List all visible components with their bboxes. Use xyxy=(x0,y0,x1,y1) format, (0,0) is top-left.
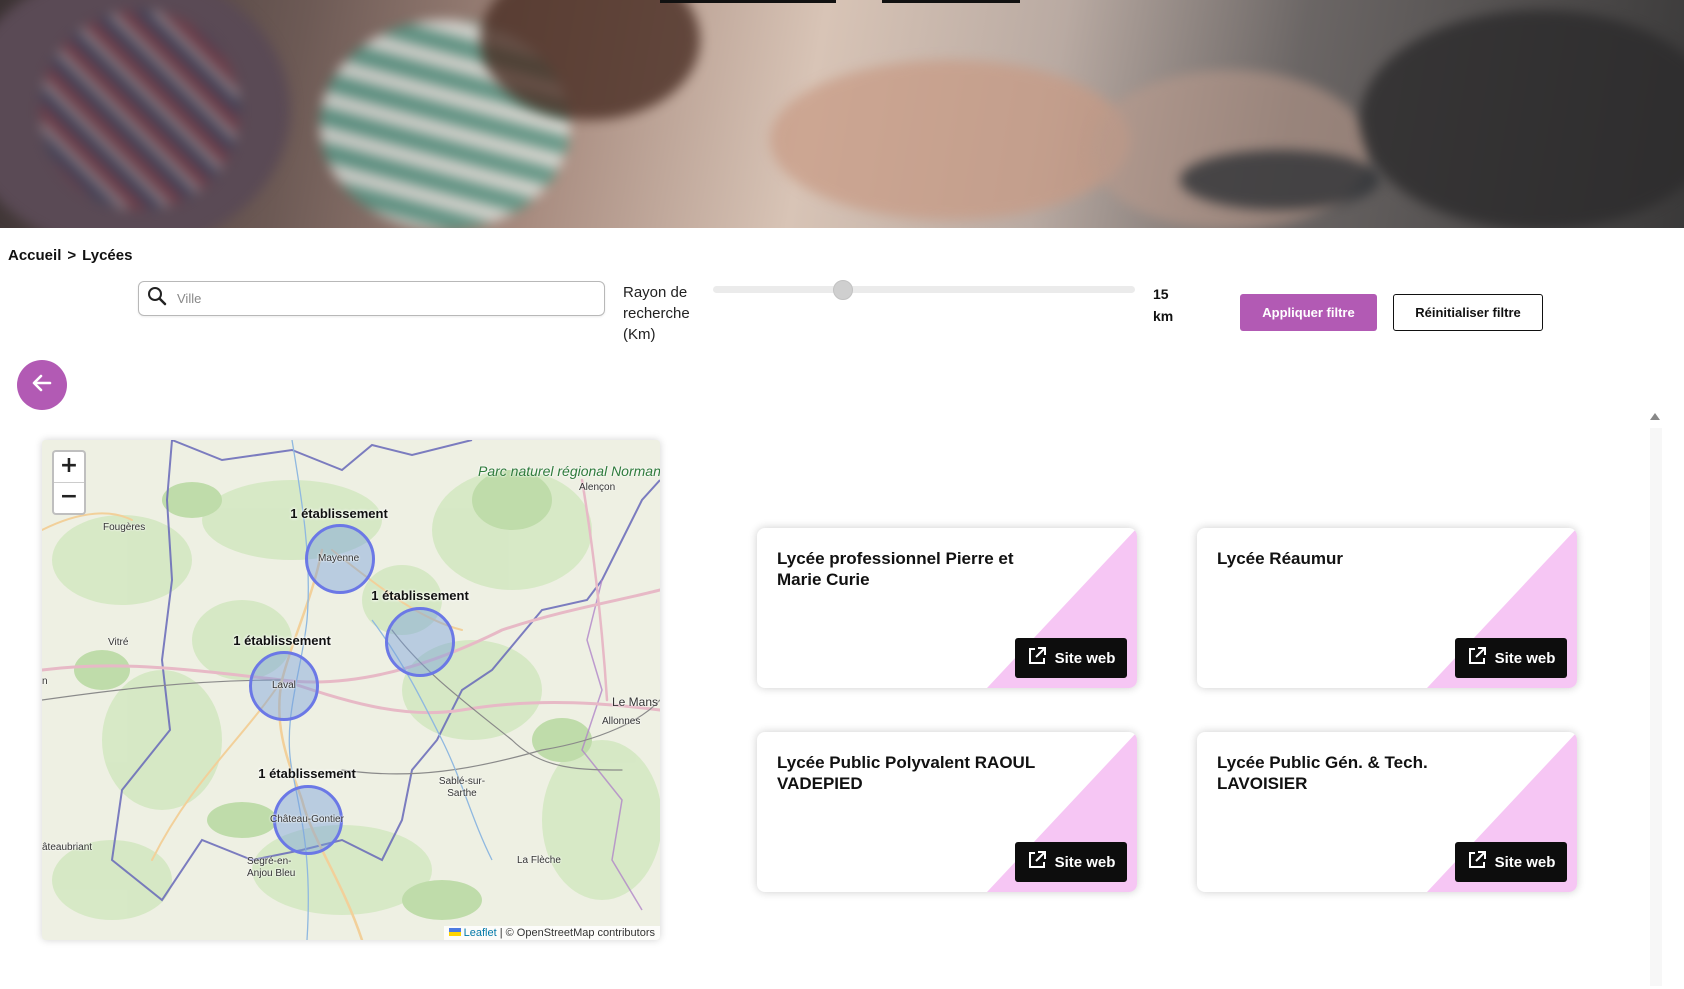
school-card-title: Lycée Réaumur xyxy=(1217,549,1343,568)
map[interactable]: Fougères Vitré Alençon Parc naturel régi… xyxy=(42,440,660,940)
cluster-label-chateau-gontier: 1 établissement xyxy=(258,766,356,781)
place-label-west-edge: n xyxy=(42,676,48,687)
zoom-in-button[interactable]: + xyxy=(54,452,84,482)
cluster-marker-east[interactable] xyxy=(385,607,455,677)
reset-filter-button[interactable]: Réinitialiser filtre xyxy=(1393,294,1543,331)
place-label-segre: Segré-en-Anjou Bleu xyxy=(247,856,296,879)
map-attribution: Leaflet | © OpenStreetMap contributors xyxy=(443,926,660,940)
website-button-label: Site web xyxy=(1054,649,1116,667)
place-label-sable: Sablé-sur-Sarthe xyxy=(438,776,486,799)
radius-value: 15 xyxy=(1153,286,1169,302)
breadcrumb: Accueil > Lycées xyxy=(8,247,132,264)
scroll-up-arrow[interactable] xyxy=(1650,413,1660,420)
external-link-icon xyxy=(1027,646,1047,670)
arrow-left-icon xyxy=(30,371,54,400)
radius-label: Rayon de recherche (Km) xyxy=(623,284,690,343)
school-card: Lycée Réaumur Site web xyxy=(1197,528,1577,688)
radius-slider[interactable] xyxy=(713,280,1135,300)
website-button-label: Site web xyxy=(1494,853,1556,871)
attribution-text: | © OpenStreetMap contributors xyxy=(499,927,655,939)
school-card: Lycée Public Polyvalent RAOUL VADEPIED S… xyxy=(757,732,1137,892)
external-link-icon xyxy=(1027,850,1047,874)
cluster-label-laval: 1 établissement xyxy=(233,633,331,648)
place-label-alencon: Alençon xyxy=(579,482,616,493)
place-label-allonnes: Allonnes xyxy=(602,716,641,727)
external-link-icon xyxy=(1467,850,1487,874)
website-button[interactable]: Site web xyxy=(1455,638,1567,678)
place-label-la-fleche: La Flèche xyxy=(517,855,561,866)
scrollbar-track[interactable] xyxy=(1650,428,1662,986)
website-button[interactable]: Site web xyxy=(1455,842,1567,882)
website-button-label: Site web xyxy=(1494,649,1556,667)
school-card-title: Lycée Public Polyvalent RAOUL VADEPIED xyxy=(777,753,1035,793)
cluster-marker-mayenne[interactable]: Mayenne xyxy=(305,524,375,594)
place-label-chateau-gontier: Château-Gontier xyxy=(270,814,344,825)
external-link-icon xyxy=(1467,646,1487,670)
website-button-label: Site web xyxy=(1054,853,1116,871)
website-button[interactable]: Site web xyxy=(1015,638,1127,678)
place-label-chateaubriant: âteaubriant xyxy=(42,842,93,853)
radius-slider-thumb[interactable] xyxy=(833,280,853,300)
zoom-out-button[interactable]: − xyxy=(54,482,84,513)
radius-slider-track[interactable] xyxy=(713,286,1135,293)
apply-filter-button[interactable]: Appliquer filtre xyxy=(1240,294,1377,331)
city-search-input[interactable] xyxy=(175,290,579,307)
cluster-label-mayenne: 1 établissement xyxy=(290,506,388,521)
place-label-mayenne: Mayenne xyxy=(318,553,360,564)
breadcrumb-current: Lycées xyxy=(82,247,133,264)
breadcrumb-home-link[interactable]: Accueil xyxy=(8,247,61,264)
place-label-fougeres: Fougères xyxy=(103,522,146,533)
leaflet-link[interactable]: Leaflet xyxy=(464,927,497,939)
radius-unit: km xyxy=(1153,308,1174,324)
place-label-le-mans: Le Mans xyxy=(612,695,659,709)
school-card: Lycée professionnel Pierre et Marie Curi… xyxy=(757,528,1137,688)
radius-value-display: 15 km xyxy=(1153,283,1173,327)
school-card-title: Lycée Public Gén. & Tech. LAVOISIER xyxy=(1217,753,1428,793)
school-card-title: Lycée professionnel Pierre et Marie Curi… xyxy=(777,549,1014,589)
place-label-vitre: Vitré xyxy=(108,637,129,648)
school-card: Lycée Public Gén. & Tech. LAVOISIER Site… xyxy=(1197,732,1577,892)
search-icon xyxy=(147,286,167,311)
breadcrumb-separator: > xyxy=(67,247,77,264)
hero-banner xyxy=(0,0,1684,228)
website-button[interactable]: Site web xyxy=(1015,842,1127,882)
place-label-laval: Laval xyxy=(272,680,296,691)
cluster-marker-chateau-gontier[interactable]: Château-Gontier xyxy=(270,785,344,855)
place-label-park: Parc naturel régional Normandie-Maine xyxy=(478,463,660,479)
cluster-marker-laval[interactable]: Laval xyxy=(249,651,319,721)
ukraine-flag-icon xyxy=(448,927,461,939)
back-button[interactable] xyxy=(17,360,67,410)
map-zoom-control: + − xyxy=(52,450,86,515)
cluster-label-east: 1 établissement xyxy=(371,588,469,603)
city-search-box xyxy=(138,281,605,316)
